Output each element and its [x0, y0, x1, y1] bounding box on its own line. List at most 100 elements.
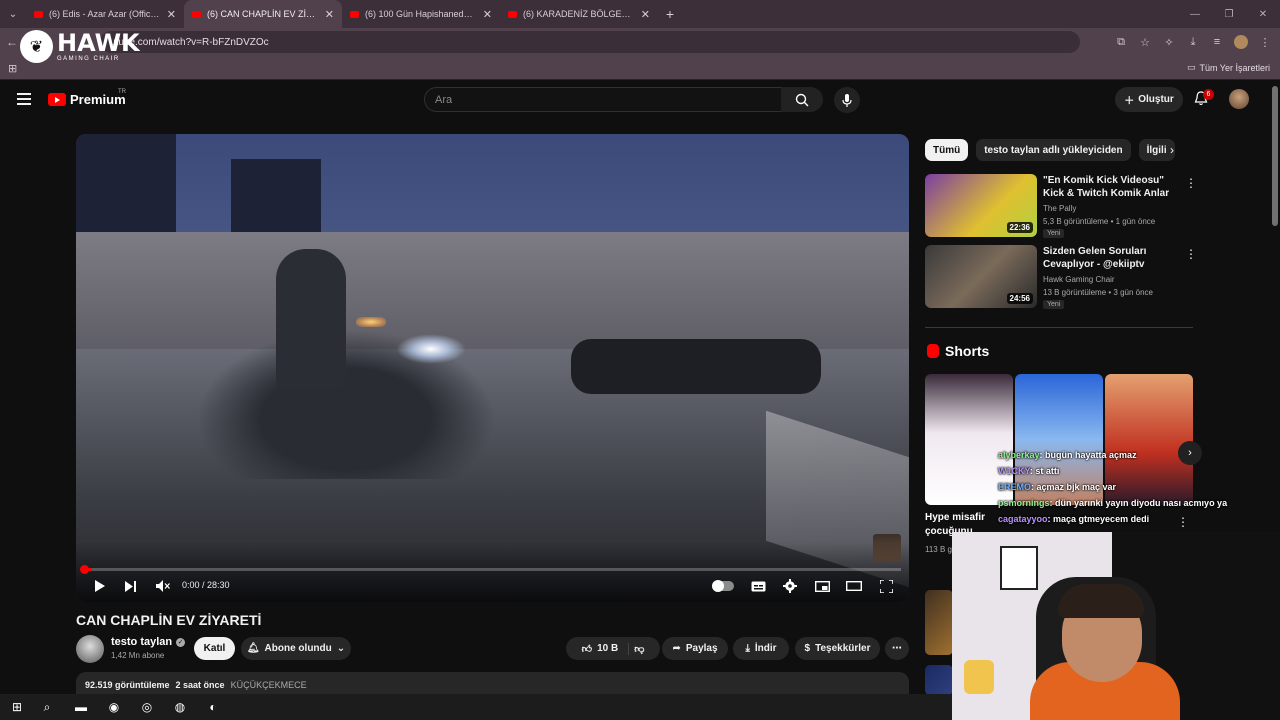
new-badge: Yeni: [1043, 300, 1065, 309]
search-placeholder: Ara: [435, 93, 453, 106]
page-scrollbar[interactable]: [1272, 86, 1278, 226]
recommended-video[interactable]: 24:56 Sizden Gelen Soruları Cevaplıyor -…: [925, 245, 1197, 309]
tab-title: (6) Edis - Azar Azar (Official Vid: [49, 9, 161, 19]
next-button[interactable]: [122, 578, 140, 594]
subtitles-button[interactable]: [749, 578, 767, 594]
create-button[interactable]: ＋ Oluştur: [1115, 87, 1183, 112]
apps-grid-icon[interactable]: ⊞: [8, 62, 17, 75]
account-avatar[interactable]: [1229, 89, 1249, 109]
bookmark-star-icon[interactable]: ☆: [1138, 35, 1152, 49]
browser-tab-3[interactable]: (6) 100 Gün Hapishanede Mah ✕: [342, 0, 500, 28]
miniplayer-button[interactable]: [813, 578, 831, 594]
url-field[interactable]: utube.com/watch?v=R-bFZnDVZOc: [100, 31, 1080, 53]
tab-search-button[interactable]: ⌄: [0, 0, 26, 28]
new-tab-button[interactable]: +: [658, 6, 682, 22]
all-bookmarks-button[interactable]: ▭ Tüm Yer İşaretleri: [1187, 62, 1270, 73]
play-button[interactable]: [90, 578, 108, 594]
voice-search-button[interactable]: [834, 87, 860, 113]
like-button[interactable]: 👍︎ 10 B: [582, 642, 630, 655]
recommended-channel[interactable]: The Pally: [1043, 204, 1076, 213]
channel-avatar[interactable]: [76, 635, 104, 663]
section-divider: [925, 327, 1193, 328]
webcam-toy: [964, 660, 994, 694]
browser-tab-2[interactable]: (6) CAN CHAPLİN EV ZİYARETİ ✕: [184, 0, 342, 28]
mute-button[interactable]: [154, 578, 172, 594]
join-label: Katıl: [203, 643, 226, 654]
chrome-icon[interactable]: ◎: [138, 698, 156, 716]
thanks-icon: $: [804, 643, 811, 654]
youtube-favicon-icon: [350, 10, 359, 18]
progress-bar[interactable]: [84, 568, 901, 571]
chat-text: : maça gtmeyecem dedi: [1047, 514, 1150, 524]
more-vertical-icon[interactable]: ⋮: [1177, 515, 1189, 529]
menu-kebab-icon[interactable]: ⋮: [1258, 35, 1272, 49]
recommended-video[interactable]: 22:36 "En Komik Kick Videosu" Kick & Twi…: [925, 174, 1197, 238]
time-display: 0:00 / 28:30: [182, 580, 230, 590]
more-actions-button[interactable]: ⋯: [885, 637, 909, 660]
search-button[interactable]: [781, 87, 823, 112]
shorts-next-button[interactable]: ›: [1178, 441, 1202, 465]
minimize-icon[interactable]: —: [1178, 9, 1212, 20]
video-thumbnail[interactable]: [925, 590, 953, 655]
webcam-hair: [1058, 584, 1144, 618]
youtube-premium-logo[interactable]: Premium: [48, 92, 126, 107]
restore-icon[interactable]: ❐: [1212, 9, 1246, 20]
more-vertical-icon[interactable]: ⋮: [1185, 247, 1197, 261]
tab-title: (6) CAN CHAPLİN EV ZİYARETİ: [207, 9, 319, 19]
download-label: İndir: [754, 643, 777, 654]
download-button[interactable]: ⤓ İndir: [733, 637, 789, 660]
video-frame-rider: [276, 249, 346, 389]
miniplayer-icon: [814, 580, 830, 592]
autoplay-toggle[interactable]: [712, 580, 734, 592]
subscribed-button[interactable]: 🔔︎ Abone olundu ⌄: [241, 637, 351, 660]
hawk-tagline: GAMING CHAIR: [57, 56, 120, 62]
close-tab-icon[interactable]: ✕: [167, 8, 176, 21]
settings-button[interactable]: [781, 578, 799, 594]
chip-from-uploader[interactable]: testo taylan adlı yükleyiciden: [976, 139, 1131, 161]
profile-avatar[interactable]: [1234, 35, 1248, 49]
join-button[interactable]: Katıl: [194, 637, 235, 660]
chat-text: : dün yarınki yayın diyodu nası acmıyo y…: [1049, 498, 1228, 508]
close-tab-icon[interactable]: ✕: [641, 8, 650, 21]
share-button[interactable]: ➦ Paylaş: [662, 637, 728, 660]
cast-icon[interactable]: ⧉: [1114, 35, 1128, 49]
app-icon[interactable]: ◉: [105, 698, 123, 716]
tab-title: (6) KARADENİZ BÖLGESİ'NİN E: [523, 9, 635, 19]
video-thumbnail[interactable]: 24:56: [925, 245, 1037, 308]
recommended-title[interactable]: "En Komik Kick Videosu" Kick & Twitch Ko…: [1043, 174, 1178, 200]
channel-name-link[interactable]: testo taylan ✓: [111, 636, 186, 648]
media-queue-icon[interactable]: ≡: [1210, 35, 1224, 49]
chip-all[interactable]: Tümü: [925, 139, 969, 161]
more-vertical-icon[interactable]: ⋮: [1185, 176, 1197, 190]
search-input[interactable]: Ara: [424, 87, 782, 112]
theater-mode-button[interactable]: [845, 578, 863, 594]
region-code: TR: [118, 89, 126, 95]
obs-icon[interactable]: ◐: [204, 698, 222, 716]
chat-username: psmornings: [998, 498, 1050, 508]
menu-hamburger-icon[interactable]: [17, 93, 31, 105]
chevron-right-icon[interactable]: ›: [1170, 143, 1174, 157]
fullscreen-button[interactable]: [877, 578, 895, 594]
browser-tab-1[interactable]: (6) Edis - Azar Azar (Official Vid ✕: [26, 0, 184, 28]
video-thumbnail[interactable]: [925, 665, 953, 695]
recommended-title[interactable]: Sizden Gelen Soruları Cevaplıyor - @ekii…: [1043, 245, 1178, 271]
extensions-icon[interactable]: ✧: [1162, 35, 1176, 49]
close-window-icon[interactable]: ✕: [1246, 9, 1280, 20]
video-thumbnail[interactable]: 22:36: [925, 174, 1037, 237]
browser-tab-bar: ⌄ (6) Edis - Azar Azar (Official Vid ✕ (…: [0, 0, 1280, 28]
short-thumbnail[interactable]: [1105, 374, 1193, 505]
dislike-button[interactable]: 👎︎: [634, 643, 644, 655]
close-tab-icon[interactable]: ✕: [325, 8, 334, 21]
discord-icon[interactable]: ◍: [171, 698, 189, 716]
recommended-channel[interactable]: Hawk Gaming Chair: [1043, 275, 1115, 284]
scrubber-handle[interactable]: [80, 565, 89, 574]
close-tab-icon[interactable]: ✕: [483, 8, 492, 21]
search-icon[interactable]: ⌕: [38, 698, 56, 716]
video-player[interactable]: 0:00 / 28:30: [76, 134, 909, 602]
windows-start-icon[interactable]: ⊞: [8, 698, 26, 716]
file-explorer-icon[interactable]: ▬: [72, 698, 90, 716]
os-taskbar: ⊞ ⌕ ▬ ◉ ◎ ◍ ◐: [0, 694, 952, 720]
download-icon[interactable]: ⤓: [1186, 35, 1200, 49]
browser-tab-4[interactable]: (6) KARADENİZ BÖLGESİ'NİN E ✕: [500, 0, 658, 28]
thanks-button[interactable]: $ Teşekkürler: [795, 637, 880, 660]
